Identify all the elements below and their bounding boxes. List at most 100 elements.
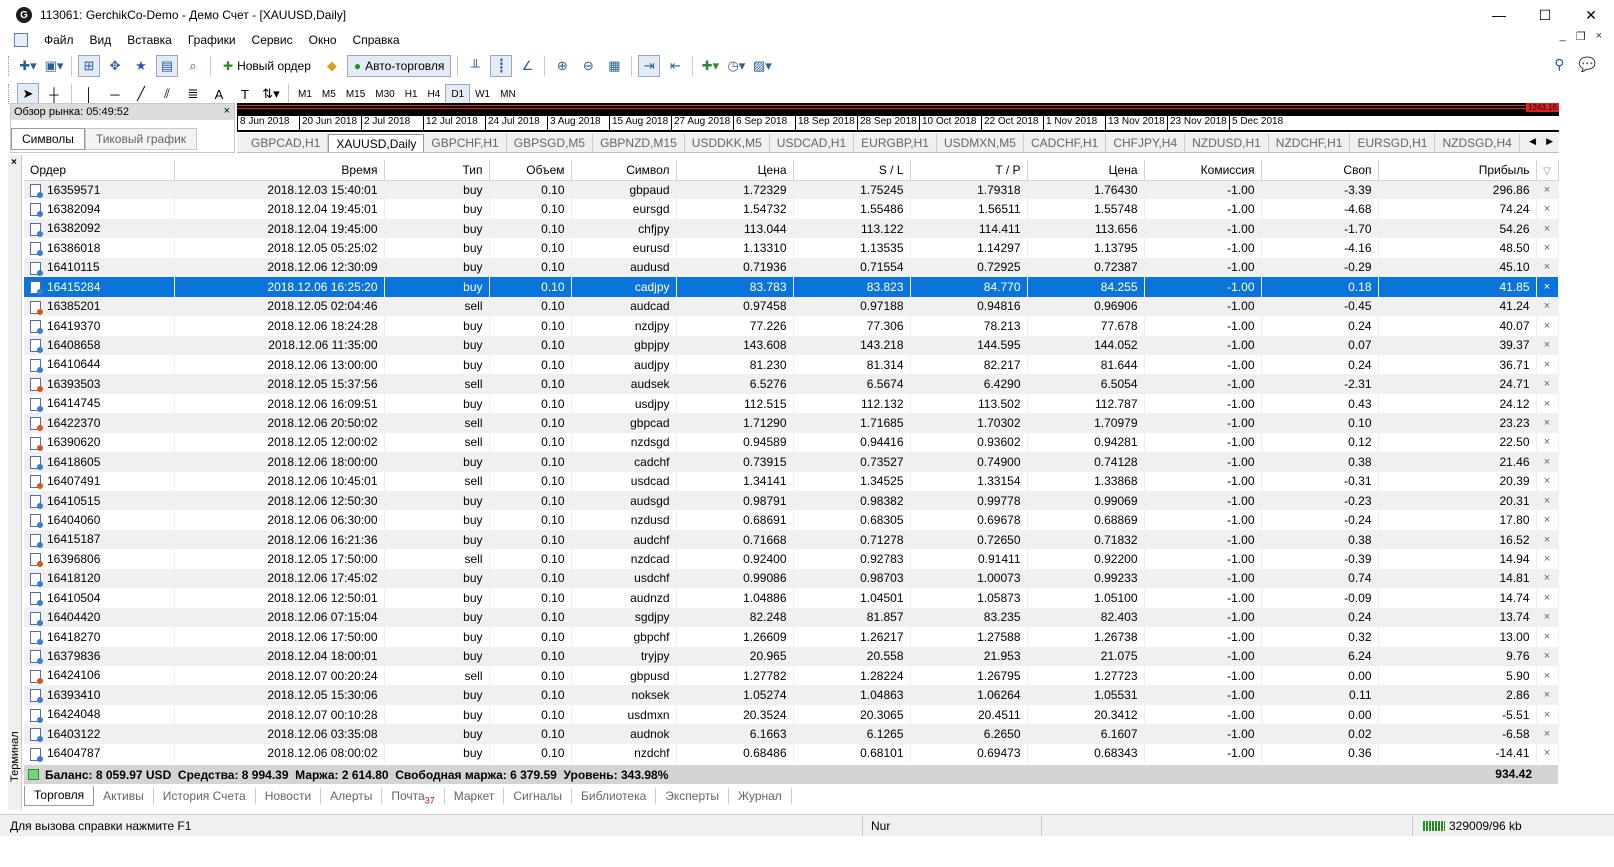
close-order-icon[interactable]: ×	[1536, 238, 1559, 258]
chat-icon[interactable]: 💬	[1579, 56, 1596, 73]
table-row[interactable]: 16410115 2018.12.06 12:30:09 buy 0.10 audusd…	[24, 257, 1559, 278]
chart-tab[interactable]: NZDUSD,H1	[1185, 133, 1269, 152]
table-row[interactable]: 16424048 2018.12.07 00:10:28 buy 0.10 usdmxn…	[24, 704, 1559, 725]
close-order-icon[interactable]: ×	[1536, 452, 1559, 472]
column-header-symbol[interactable]: Символ	[571, 160, 677, 181]
close-order-icon[interactable]: ×	[1536, 471, 1559, 491]
menu-tools[interactable]: Сервис	[244, 33, 301, 47]
timeframe-m15[interactable]: M15	[341, 84, 370, 104]
column-header-volume[interactable]: Объем	[489, 160, 572, 181]
chart-tab[interactable]: NZDCHF,H1	[1269, 133, 1351, 152]
close-order-icon[interactable]: ×	[1536, 704, 1559, 725]
table-row[interactable]: 16424106 2018.12.07 00:20:24 sell 0.10 gbpus…	[24, 665, 1559, 686]
table-row[interactable]: 16419370 2018.12.06 18:24:28 buy 0.10 nzdjpy…	[24, 316, 1559, 336]
table-row[interactable]: 16396806 2018.12.05 17:50:00 sell 0.10 nzdca…	[24, 549, 1559, 569]
close-order-icon[interactable]: ×	[1536, 685, 1559, 705]
table-row[interactable]: 16404787 2018.12.06 08:00:02 buy 0.10 nzdchf…	[24, 743, 1559, 764]
tab-experts[interactable]: Эксперты	[656, 788, 730, 804]
chart-tab[interactable]: EURSGD,H1	[1350, 133, 1436, 152]
table-row[interactable]: 16390620 2018.12.05 12:00:02 sell 0.10 nzdsg…	[24, 432, 1559, 453]
crosshair-icon[interactable]: ┼	[43, 83, 65, 105]
column-header-swap[interactable]: Своп	[1261, 160, 1379, 181]
tab-library[interactable]: Библиотека	[572, 788, 657, 804]
menu-view[interactable]: Вид	[82, 33, 120, 47]
line-chart-icon[interactable]: ∠	[516, 55, 538, 77]
close-order-icon[interactable]: ×	[1536, 199, 1559, 219]
cursor-icon[interactable]: ➤	[17, 83, 39, 105]
tab-signals[interactable]: Сигналы	[504, 788, 573, 804]
menu-help[interactable]: Справка	[345, 33, 408, 47]
close-order-icon[interactable]: ×	[1536, 218, 1559, 239]
table-row[interactable]: 16414745 2018.12.06 16:09:51 buy 0.10 usdjpy…	[24, 393, 1559, 414]
column-header-tp[interactable]: T / P	[910, 160, 1028, 181]
chart-tab[interactable]: GBPNZD,M15	[593, 133, 685, 152]
periods-icon[interactable]: ◷▾	[725, 55, 747, 77]
column-header-open-price[interactable]: Цена	[676, 160, 794, 181]
close-order-icon[interactable]: ×	[1536, 588, 1559, 608]
table-row[interactable]: 16379836 2018.12.04 18:00:01 buy 0.10 tryjpy…	[24, 646, 1559, 666]
close-order-icon[interactable]: ×	[1536, 627, 1559, 647]
close-order-icon[interactable]: ×	[1536, 529, 1559, 550]
tab-news[interactable]: Новости	[256, 788, 322, 804]
close-order-icon[interactable]: ×	[1536, 257, 1559, 278]
search-icon[interactable]: ⚲	[1554, 56, 1564, 73]
toolbar-grip[interactable]	[8, 56, 11, 76]
text-icon[interactable]: A	[208, 83, 230, 105]
close-order-icon[interactable]: ×	[1536, 665, 1559, 686]
new-chart-icon[interactable]: ✚▾	[17, 55, 39, 77]
timeframe-d1[interactable]: D1	[445, 84, 471, 104]
toolbar-grip[interactable]	[8, 84, 11, 104]
table-row[interactable]: 16404420 2018.12.06 07:15:04 buy 0.10 sgdjpy…	[24, 607, 1559, 628]
table-row[interactable]: 16410644 2018.12.06 13:00:00 buy 0.10 audjpy…	[24, 354, 1559, 375]
table-row[interactable]: 16404060 2018.12.06 06:30:00 buy 0.10 nzdusd…	[24, 510, 1559, 530]
table-row[interactable]: 16418605 2018.12.06 18:00:00 buy 0.10 cadchf…	[24, 452, 1559, 472]
chart-tab[interactable]: GBPCHF,H1	[424, 133, 507, 152]
menu-insert[interactable]: Вставка	[119, 33, 180, 47]
chart-area[interactable]: 1243.16 8 Jun 2018 20 Jun 2018 2 Jul 201…	[237, 103, 1559, 132]
mdi-restore-icon[interactable]: ❐	[1576, 30, 1586, 43]
tab-account-history[interactable]: История Счета	[154, 788, 256, 804]
status-profile[interactable]: Nur	[862, 815, 1042, 836]
scroll-right-icon[interactable]: ▶	[1546, 136, 1553, 147]
candlestick-icon[interactable]: ┋	[490, 55, 513, 77]
table-row[interactable]: 16422370 2018.12.06 20:50:02 sell 0.10 gbpca…	[24, 413, 1559, 433]
profiles-icon[interactable]: ▣▾	[43, 55, 65, 77]
close-icon[interactable]: ×	[224, 105, 230, 117]
tab-exposure[interactable]: Активы	[94, 788, 154, 804]
fibonacci-icon[interactable]: ≣	[182, 83, 204, 105]
text-label-icon[interactable]: T	[234, 83, 256, 105]
close-order-icon[interactable]: ×	[1536, 743, 1559, 764]
table-row[interactable]: 16418270 2018.12.06 17:50:00 buy 0.10 gbpchf…	[24, 627, 1559, 647]
table-row[interactable]: 16385201 2018.12.05 02:04:46 sell 0.10 audca…	[24, 296, 1559, 317]
tab-mailbox[interactable]: Почта37	[382, 788, 445, 805]
terminal-icon[interactable]: ▤	[156, 55, 178, 77]
horizontal-line-icon[interactable]: ─	[104, 83, 126, 105]
maximize-button[interactable]: ☐	[1522, 0, 1568, 30]
auto-trading-button[interactable]: ● Авто-торговля	[346, 55, 452, 77]
table-row[interactable]: 16415284 2018.12.06 16:25:20 buy 0.10 cadjpy…	[24, 277, 1559, 297]
mdi-close-icon[interactable]: ×	[1596, 30, 1602, 43]
close-order-icon[interactable]: ×	[1536, 277, 1559, 297]
tab-tick-chart[interactable]: Тиковый график	[84, 128, 198, 150]
scroll-left-icon[interactable]: ◀	[1529, 136, 1536, 147]
close-button[interactable]: ✕	[1568, 0, 1614, 30]
table-row[interactable]: 16382094 2018.12.04 19:45:01 buy 0.10 eursgd…	[24, 199, 1559, 219]
close-order-icon[interactable]: ×	[1536, 393, 1559, 414]
menu-file[interactable]: Файл	[36, 33, 82, 47]
vertical-line-icon[interactable]: │	[78, 83, 100, 105]
column-header-profit[interactable]: Прибыль	[1378, 160, 1537, 181]
table-row[interactable]: 16415187 2018.12.06 16:21:36 buy 0.10 audchf…	[24, 529, 1559, 550]
tile-windows-icon[interactable]: ▦	[603, 55, 625, 77]
chart-tab[interactable]: EURGBP,H1	[854, 133, 937, 152]
timeframe-m1[interactable]: M1	[293, 84, 317, 104]
column-header-type[interactable]: Тип	[384, 160, 490, 181]
close-order-icon[interactable]: ×	[1536, 549, 1559, 569]
tab-alerts[interactable]: Алерты	[321, 788, 383, 804]
indicators-icon[interactable]: ✚▾	[699, 55, 721, 77]
menu-charts[interactable]: Графики	[180, 33, 244, 47]
autoscroll-icon[interactable]: ⇥	[638, 55, 661, 77]
table-row[interactable]: 16408658 2018.12.06 11:35:00 buy 0.10 gbpjpy…	[24, 335, 1559, 355]
zoom-in-icon[interactable]: ⊕	[551, 55, 573, 77]
close-order-icon[interactable]: ×	[1536, 491, 1559, 511]
table-row[interactable]: 16410504 2018.12.06 12:50:01 buy 0.10 audnzd…	[24, 588, 1559, 608]
